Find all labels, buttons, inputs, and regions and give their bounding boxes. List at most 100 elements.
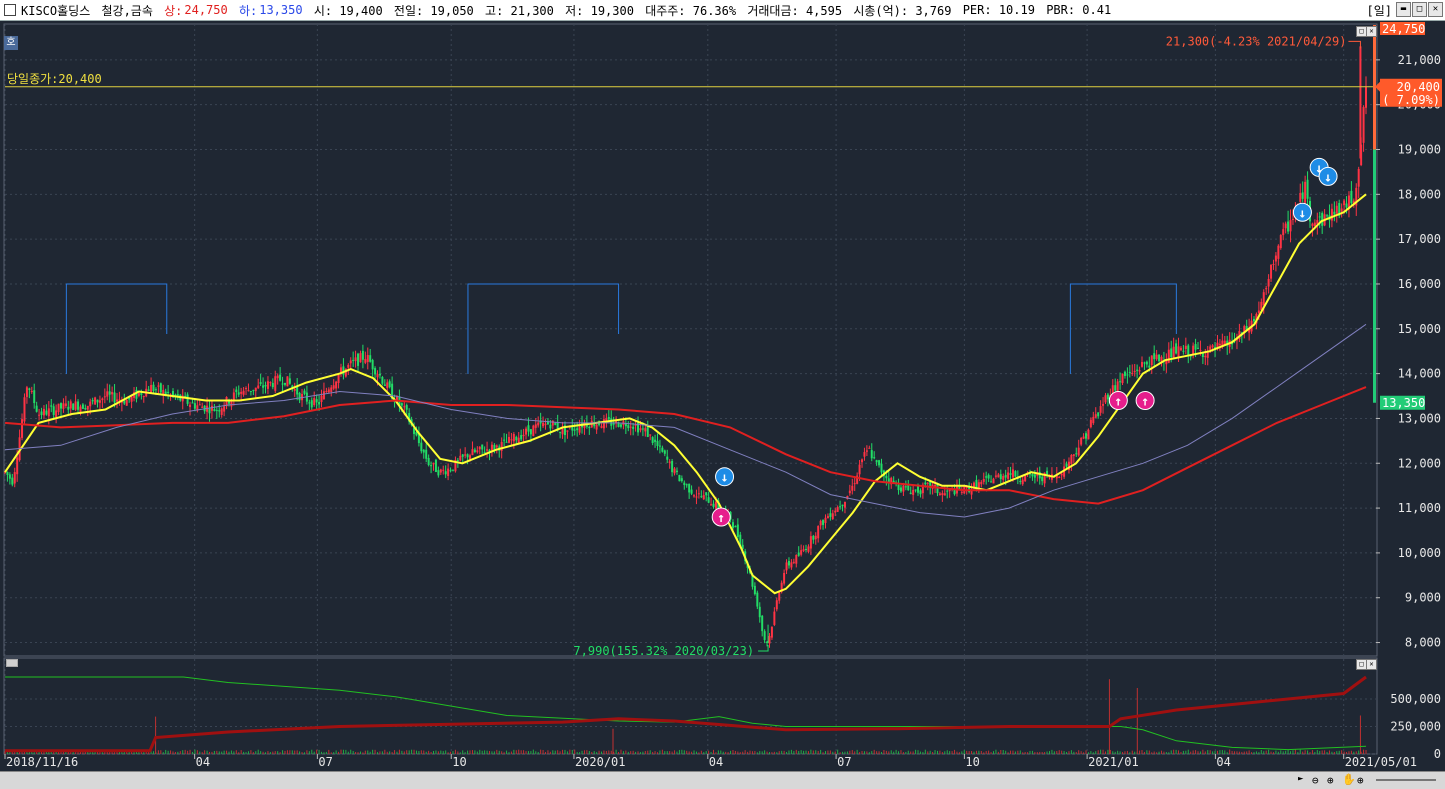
stock-chart[interactable]: ↓↑↑↑↓↓↓ 21,00020,00019,00018,00017,00016…	[0, 21, 1445, 771]
candle-body	[1272, 263, 1275, 265]
candle-body	[1092, 416, 1095, 424]
candle-body	[62, 403, 65, 409]
y-tick-label: 9,000	[1405, 591, 1441, 605]
candle-body	[977, 482, 980, 488]
candle-body	[1080, 437, 1083, 445]
candle-body	[189, 404, 192, 408]
candle-body	[259, 382, 262, 384]
candle-body	[1350, 190, 1353, 204]
candle-body	[829, 513, 832, 517]
candle-body	[1306, 179, 1309, 199]
y-tick-label: 15,000	[1398, 322, 1441, 336]
zoom-slider[interactable]	[1376, 779, 1436, 781]
candle-body	[946, 490, 949, 492]
candle-body	[274, 376, 277, 391]
candle-body	[378, 373, 381, 376]
candle-body	[1321, 212, 1324, 226]
stock-info-bar: KISCO홀딩스 철강,금속 상: 24,750 하: 13,350 시: 19…	[0, 0, 1445, 21]
candle-body	[451, 469, 454, 471]
checkbox[interactable]	[4, 4, 16, 16]
candle-body	[33, 390, 36, 404]
zoom-fit-icon[interactable]: ⊕	[1357, 774, 1364, 787]
candle-body	[279, 374, 282, 381]
zoom-in-icon[interactable]: ⊕	[1327, 774, 1334, 787]
candle-body	[809, 536, 812, 549]
candle-body	[191, 402, 194, 404]
candle-body	[566, 430, 569, 432]
candle-body	[1094, 414, 1097, 418]
candle-body	[549, 424, 552, 429]
candle-body	[459, 455, 462, 461]
x-tick-label: 2021/05/01	[1345, 755, 1417, 769]
candle-body	[1313, 222, 1316, 227]
candle-body	[863, 452, 866, 457]
candle-body	[269, 382, 272, 384]
maximize-icon[interactable]: □	[1412, 2, 1427, 17]
candle-body	[873, 457, 876, 459]
candle-body	[673, 468, 676, 474]
y-tick-label: 12,000	[1398, 456, 1441, 470]
volume-panel-handle[interactable]	[6, 659, 18, 667]
candle-body	[1175, 343, 1178, 354]
candle-body	[347, 364, 350, 368]
candle-body	[471, 449, 474, 456]
candle-body	[527, 425, 530, 432]
close-icon[interactable]: ✕	[1428, 2, 1443, 17]
minimize-icon[interactable]: ▬	[1396, 2, 1411, 17]
candle-body	[94, 397, 97, 405]
sector: 철강,금속	[101, 3, 153, 18]
candle-body	[84, 408, 87, 410]
scroll-right-icon[interactable]: ►	[1298, 774, 1308, 786]
candle-body	[680, 478, 683, 482]
candle-body	[1284, 223, 1287, 229]
candle-body	[695, 496, 698, 498]
candle-body	[617, 423, 620, 427]
candle-body	[588, 426, 591, 429]
candle-body	[559, 431, 562, 433]
candle-body	[106, 391, 109, 397]
candle-body	[510, 439, 513, 441]
candle-body	[325, 391, 328, 393]
candle-body	[337, 374, 340, 383]
x-tick-label: 10	[965, 755, 979, 769]
candle-body	[663, 450, 666, 454]
low-price: 저: 19,300	[565, 3, 634, 18]
candle-body	[690, 489, 693, 494]
candle-body	[242, 390, 245, 395]
volume-panel-close-icon[interactable]: ✕	[1366, 659, 1377, 670]
candle-body	[315, 399, 318, 403]
candle-body	[220, 408, 223, 415]
candle-body	[943, 493, 946, 496]
candle-body	[1218, 343, 1221, 346]
candle-body	[885, 475, 888, 479]
x-tick-label: 2018/11/16	[6, 755, 78, 769]
candle-body	[357, 353, 360, 366]
candle-body	[678, 475, 681, 482]
candle-body	[1287, 221, 1290, 232]
zoom-out-icon[interactable]: ⊖	[1312, 774, 1319, 787]
hand-icon[interactable]: ✋	[1342, 773, 1356, 786]
candle-body	[481, 444, 484, 450]
candle-body	[298, 392, 301, 401]
stock-name[interactable]: KISCO홀딩스	[21, 2, 90, 19]
candle-body	[213, 409, 216, 411]
candle-body	[466, 454, 469, 458]
candle-body	[805, 549, 808, 551]
scrollbar[interactable]: ► ⊖ ⊕ ✋ ⊕	[0, 771, 1445, 789]
panel-close-icon[interactable]: ✕	[1366, 26, 1377, 37]
x-tick-label: 2021/01	[1088, 755, 1139, 769]
candle-body	[322, 391, 325, 399]
candle-body	[1141, 362, 1144, 367]
candle-body	[91, 400, 94, 402]
candle-body	[1102, 403, 1105, 406]
period-label[interactable]: [일]	[1367, 2, 1393, 19]
candle-body	[802, 549, 805, 551]
candle-body	[683, 482, 686, 485]
side-toggle-button[interactable]: 호	[4, 36, 18, 50]
candle-body	[25, 387, 28, 397]
candle-body	[994, 475, 997, 477]
candle-body	[1340, 208, 1343, 212]
candle-body	[1184, 345, 1187, 350]
candle-body	[697, 493, 700, 495]
candle-body	[646, 426, 649, 437]
